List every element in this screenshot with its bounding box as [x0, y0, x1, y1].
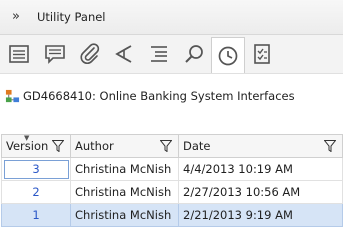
- author-cell: Christina McNish: [70, 203, 179, 227]
- item-heading: GD4668410: Online Banking System Interfa…: [0, 87, 343, 105]
- search-icon[interactable]: [178, 37, 210, 70]
- author-cell: Christina McNish: [70, 180, 179, 204]
- requirement-icon: [5, 89, 20, 103]
- filter-icon[interactable]: [160, 140, 172, 152]
- version-link[interactable]: 1: [1, 203, 71, 227]
- column-header-date[interactable]: Date: [178, 134, 343, 158]
- table-row-selected[interactable]: 1 Christina McNish 2/21/2013 9:19 AM: [1, 203, 343, 227]
- comments-icon[interactable]: [39, 37, 71, 70]
- panel-title: Utility Panel: [37, 10, 106, 24]
- attachment-icon[interactable]: [74, 37, 106, 70]
- table-row[interactable]: 3 Christina McNish 4/4/2013 10:19 AM: [1, 157, 343, 181]
- grid-header-row: ▼ Version Author Date: [1, 134, 343, 158]
- toolbar: [0, 35, 343, 74]
- list-icon[interactable]: [143, 37, 175, 70]
- filter-icon[interactable]: [324, 140, 336, 152]
- column-header-author[interactable]: Author: [70, 134, 179, 158]
- filter-icon[interactable]: [52, 140, 64, 152]
- checklist-icon[interactable]: [246, 37, 278, 70]
- author-cell: Christina McNish: [70, 157, 179, 181]
- history-icon[interactable]: [211, 37, 245, 73]
- date-cell: 4/4/2013 10:19 AM: [178, 157, 343, 181]
- collapse-chevron-icon[interactable]: »: [12, 9, 20, 24]
- column-header-date-label: Date: [183, 139, 211, 153]
- panel-header: » Utility Panel: [0, 0, 343, 35]
- column-header-version[interactable]: ▼ Version: [1, 134, 71, 158]
- version-link[interactable]: 2: [1, 180, 71, 204]
- item-title: GD4668410: Online Banking System Interfa…: [23, 89, 295, 103]
- date-cell: 2/27/2013 10:56 AM: [178, 180, 343, 204]
- version-history-grid: ▼ Version Author Date 3 Christina McNish…: [1, 134, 343, 227]
- share-icon[interactable]: [108, 37, 140, 70]
- date-cell: 2/21/2013 9:19 AM: [178, 203, 343, 227]
- sort-indicator-icon: ▼: [24, 134, 30, 142]
- column-header-author-label: Author: [75, 139, 114, 153]
- properties-icon[interactable]: [3, 37, 35, 70]
- version-link[interactable]: 3: [1, 157, 71, 181]
- table-row[interactable]: 2 Christina McNish 2/27/2013 10:56 AM: [1, 180, 343, 204]
